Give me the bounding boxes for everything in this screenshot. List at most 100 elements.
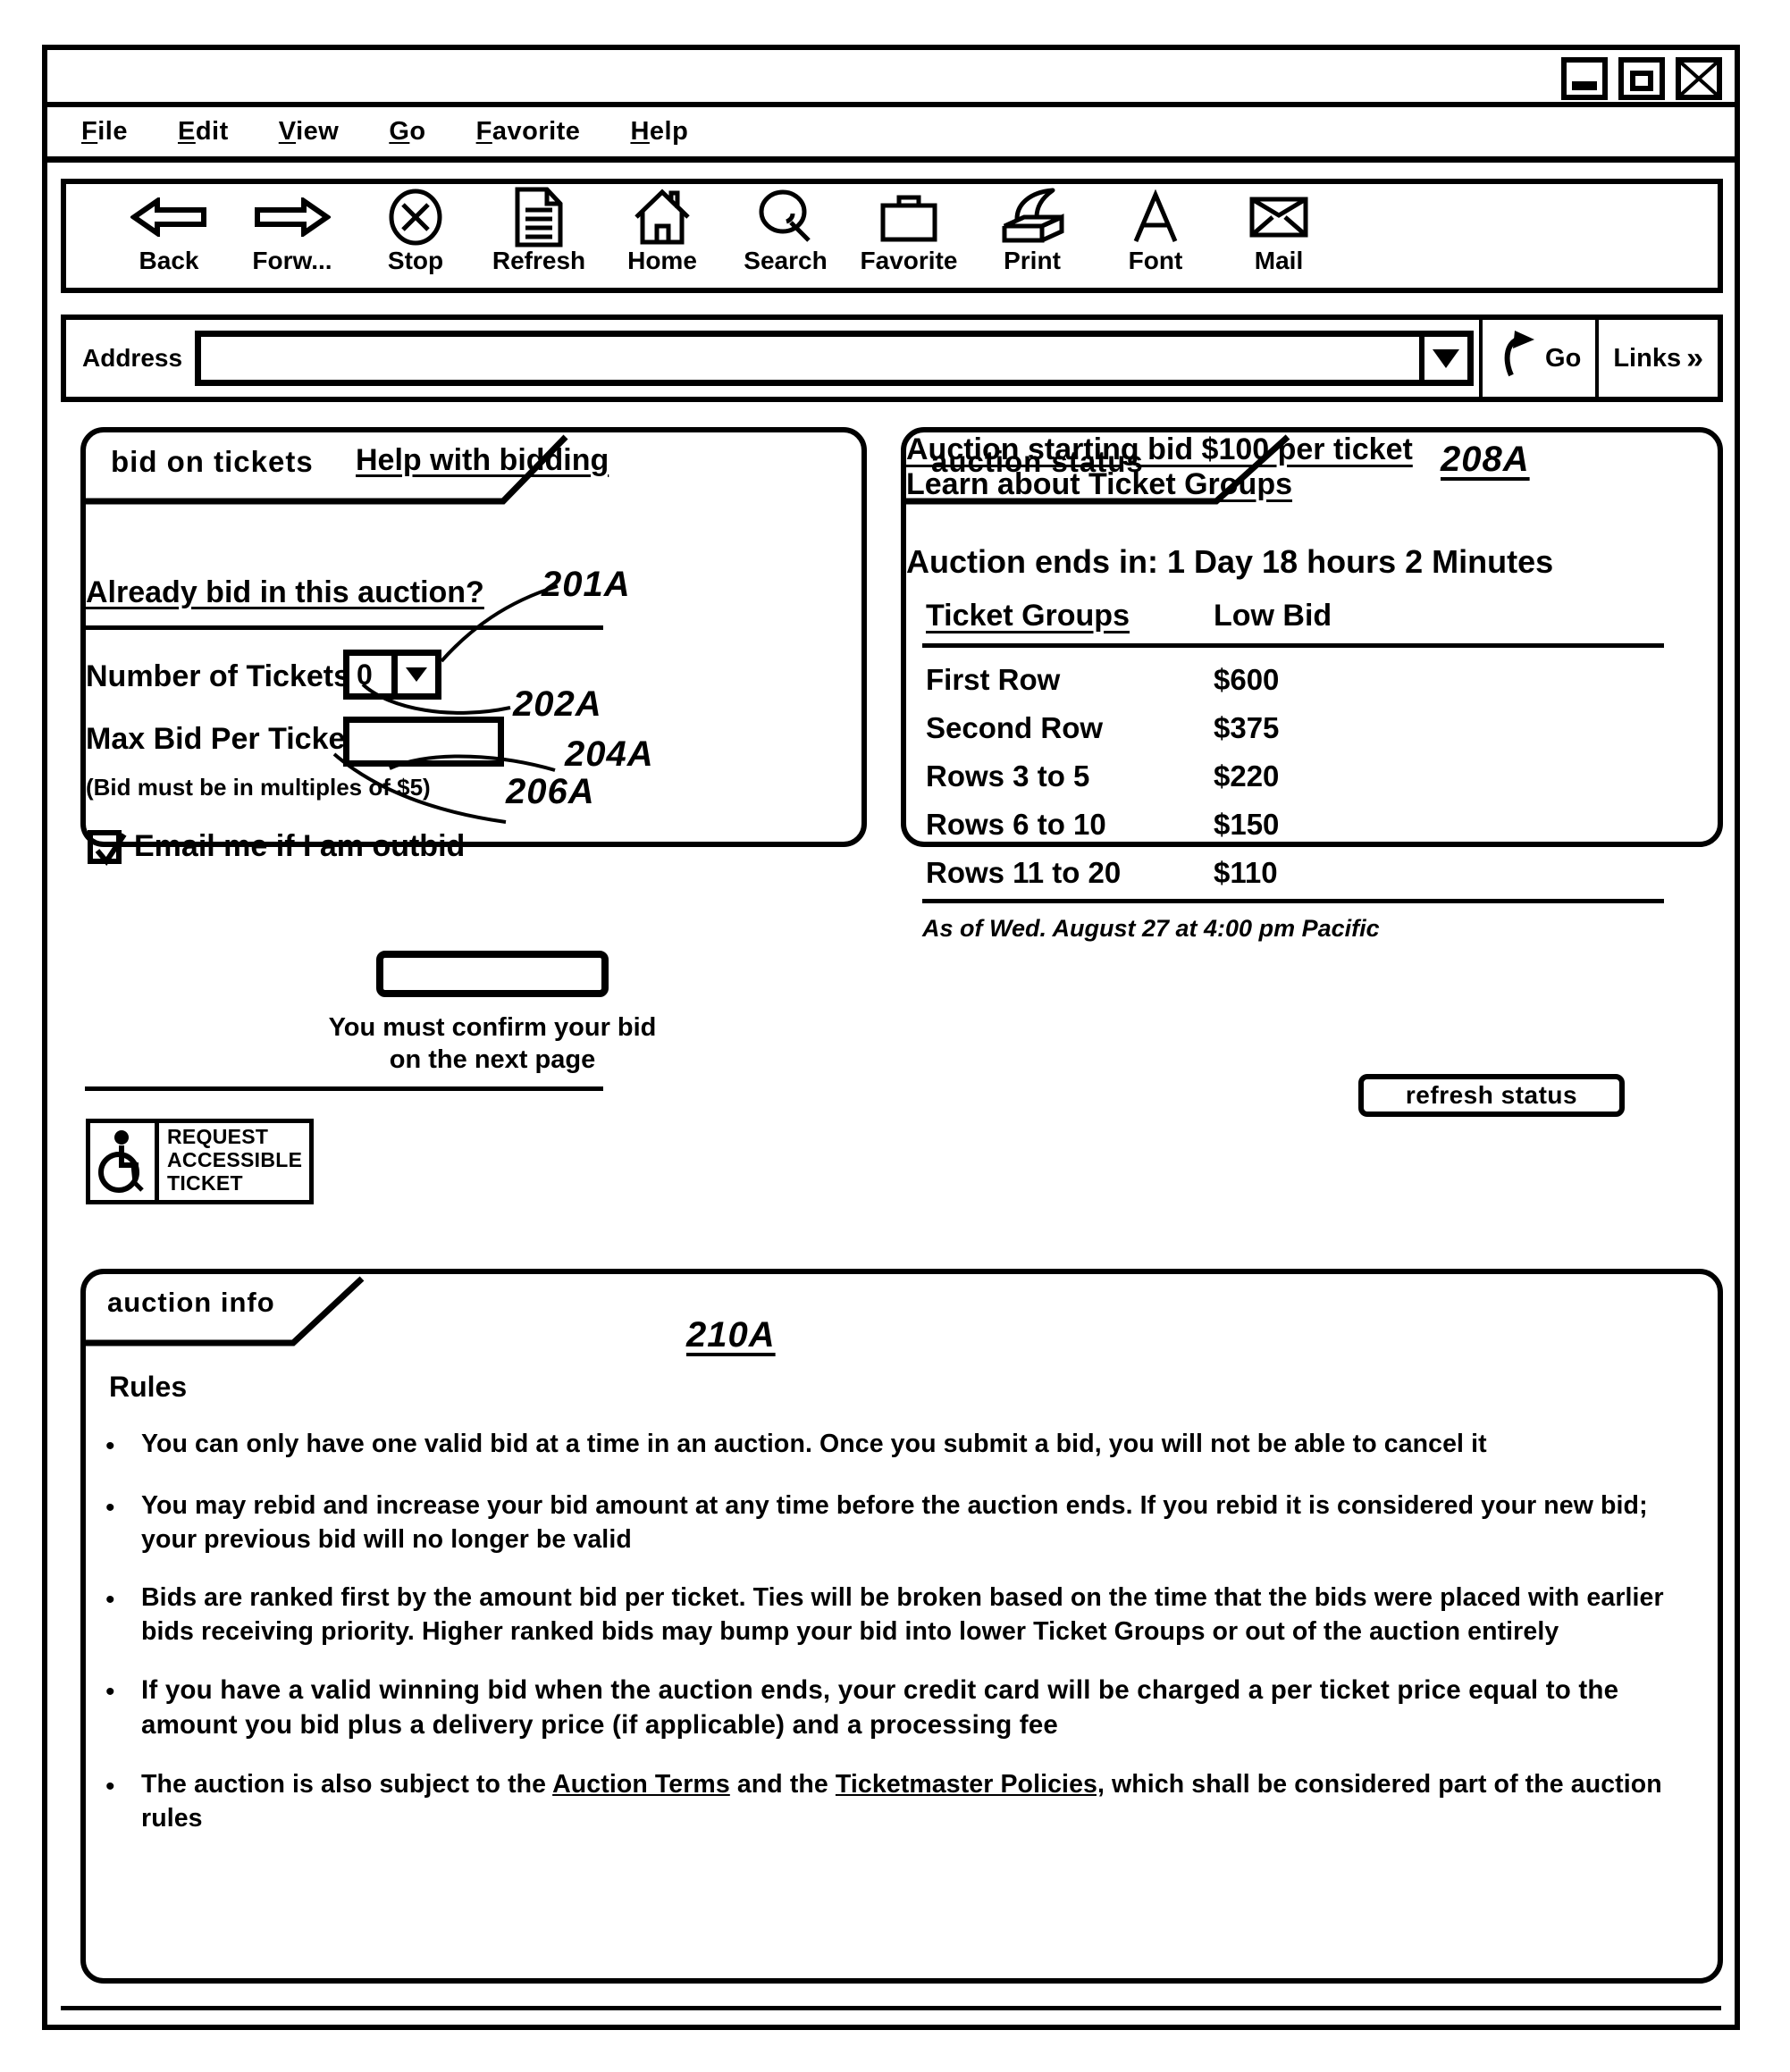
bullet-icon: • [105, 1431, 115, 1461]
address-label: Address [82, 344, 183, 372]
list-item: • The auction is also subject to the Auc… [105, 1768, 1678, 1835]
table-row: Rows 3 to 5 $220 [926, 752, 1677, 801]
cell-group: First Row [926, 663, 1061, 696]
links-label: Links [1613, 343, 1682, 373]
rule-middle: and the [729, 1770, 836, 1799]
go-arrow-icon [1497, 329, 1538, 389]
menu-item-go[interactable]: Go [389, 117, 425, 147]
address-field-wrapper [195, 331, 1475, 386]
confirm-note-line2: on the next page [389, 1045, 596, 1075]
arrow-right-icon [254, 189, 331, 245]
list-item: • You can only have one valid bid at a t… [105, 1428, 1678, 1464]
bullet-icon: • [105, 1677, 115, 1707]
maximize-icon[interactable] [1618, 57, 1665, 100]
cell-bid: $110 [1214, 856, 1278, 889]
toolbar-button-search[interactable]: Search [729, 189, 842, 275]
address-bar: Address Go Links » [61, 315, 1723, 402]
go-label: Go [1545, 343, 1582, 373]
toolbar-button-font[interactable]: Font [1099, 189, 1212, 275]
auction-ends-in: Auction ends in: 1 Day 18 hours 2 Minute… [906, 543, 1554, 580]
patent-figure-sheet: File Edit View Go Favorite Help Back For… [0, 0, 1790, 2072]
toolbar-button-print[interactable]: Print [976, 188, 1088, 275]
briefcase-icon [878, 189, 940, 245]
info-panel-tab-title: auction info [107, 1287, 275, 1318]
minimize-icon[interactable] [1561, 57, 1608, 100]
toolbar-label-favorite: Favorite [860, 247, 958, 274]
bid-on-tickets-panel: bid on tickets Help with bidding Already… [80, 427, 867, 1204]
wheelchair-icon [90, 1123, 159, 1200]
ref-204a: 204A [565, 734, 654, 774]
toolbar-label-stop: Stop [387, 247, 444, 274]
submit-bid-button[interactable] [376, 951, 609, 997]
refresh-status-button[interactable]: refresh status [1358, 1074, 1625, 1117]
accessible-line-3: TICKET [167, 1170, 243, 1195]
printer-icon [997, 188, 1067, 245]
cell-bid: $220 [1214, 759, 1280, 793]
table-footer-rule [922, 899, 1664, 903]
bullet-icon: • [105, 1492, 115, 1523]
toolbar-button-stop[interactable]: Stop [359, 189, 472, 275]
col-header-ticket-groups: Ticket Groups [926, 599, 1130, 633]
bid-panel-tab-title: bid on tickets [111, 445, 314, 478]
toolbar-button-favorite[interactable]: Favorite [853, 189, 965, 275]
ref-202a: 202A [513, 684, 602, 724]
toolbar-button-refresh[interactable]: Refresh [483, 187, 595, 275]
letter-a-icon [1131, 189, 1180, 245]
toolbar-label-mail: Mail [1254, 247, 1304, 274]
help-with-bidding-link[interactable]: Help with bidding [356, 443, 609, 478]
cell-group: Rows 3 to 5 [926, 759, 1090, 793]
toolbar-label-font: Font [1128, 247, 1183, 274]
cell-group: Rows 6 to 10 [926, 808, 1106, 841]
toolbar-label-back: Back [139, 247, 199, 274]
accessible-line-2: ACCESSIBLE [167, 1147, 303, 1171]
list-item: • You may rebid and increase your bid am… [105, 1489, 1678, 1556]
toolbar-button-home[interactable]: Home [606, 189, 719, 275]
list-item: • Bids are ranked first by the amount bi… [105, 1581, 1678, 1648]
list-item: • If you have a valid winning bid when t… [105, 1674, 1678, 1743]
magnifier-icon [757, 189, 814, 245]
rule-text: If you have a valid winning bid when the… [141, 1675, 1619, 1741]
auction-info-panel: auction info 210A Rules • You can only h… [80, 1269, 1723, 1984]
address-dropdown-chevron-down-icon[interactable] [1419, 337, 1467, 380]
address-input[interactable] [201, 337, 1420, 380]
menu-bar: File Edit View Go Favorite Help [47, 107, 1735, 163]
cell-bid: $600 [1214, 663, 1280, 696]
go-button[interactable]: Go [1479, 320, 1595, 397]
toolbar-label-refresh: Refresh [492, 247, 586, 274]
window-controls [1561, 57, 1722, 100]
toolbar-label-home: Home [627, 247, 697, 274]
email-outbid-checkbox[interactable] [88, 829, 127, 866]
max-bid-label-text: Max Bid Per Ticket: [86, 722, 366, 756]
rule-text: The auction is also subject to the Aucti… [141, 1768, 1678, 1835]
menu-item-edit[interactable]: Edit [178, 117, 229, 147]
menu-item-file[interactable]: File [81, 117, 128, 147]
stop-x-circle-icon [388, 189, 443, 246]
bid-panel-footer-divider [85, 1086, 603, 1091]
menu-item-view[interactable]: View [279, 117, 340, 147]
accessible-line-1: REQUEST [167, 1125, 269, 1148]
accessible-badge-text: REQUEST ACCESSIBLE TICKET [159, 1123, 309, 1200]
ref-206a: 206A [506, 772, 595, 811]
ticketmaster-policies-link[interactable]: Ticketmaster Policies, [836, 1770, 1105, 1799]
rule-text: You may rebid and increase your bid amou… [141, 1490, 1648, 1554]
toolbar-button-forward[interactable]: Forw... [236, 189, 349, 275]
request-accessible-ticket-button[interactable]: REQUEST ACCESSIBLE TICKET [86, 1119, 315, 1204]
house-icon [633, 189, 692, 245]
table-header-rule [922, 643, 1664, 648]
toolbar-button-mail[interactable]: Mail [1223, 189, 1335, 275]
menu-item-help[interactable]: Help [630, 117, 688, 147]
toolbar-button-back[interactable]: Back [113, 189, 225, 275]
menu-item-favorite[interactable]: Favorite [476, 117, 581, 147]
auction-terms-link[interactable]: Auction Terms [552, 1770, 730, 1799]
links-button[interactable]: Links » [1595, 320, 1718, 397]
confirm-note-line1: You must confirm your bid [328, 1013, 657, 1042]
arrow-left-icon [130, 189, 207, 245]
rules-heading: Rules [109, 1371, 188, 1403]
ref-210a: 210A [686, 1315, 776, 1355]
close-icon[interactable] [1676, 57, 1722, 100]
col-header-low-bid: Low Bid [1214, 599, 1332, 633]
status-panel-tab-title: auction status [931, 445, 1144, 478]
bullet-icon: • [105, 1772, 115, 1802]
rule-prefix: The auction is also subject to the [141, 1770, 553, 1799]
table-row: Rows 11 to 20 $110 [926, 849, 1677, 897]
